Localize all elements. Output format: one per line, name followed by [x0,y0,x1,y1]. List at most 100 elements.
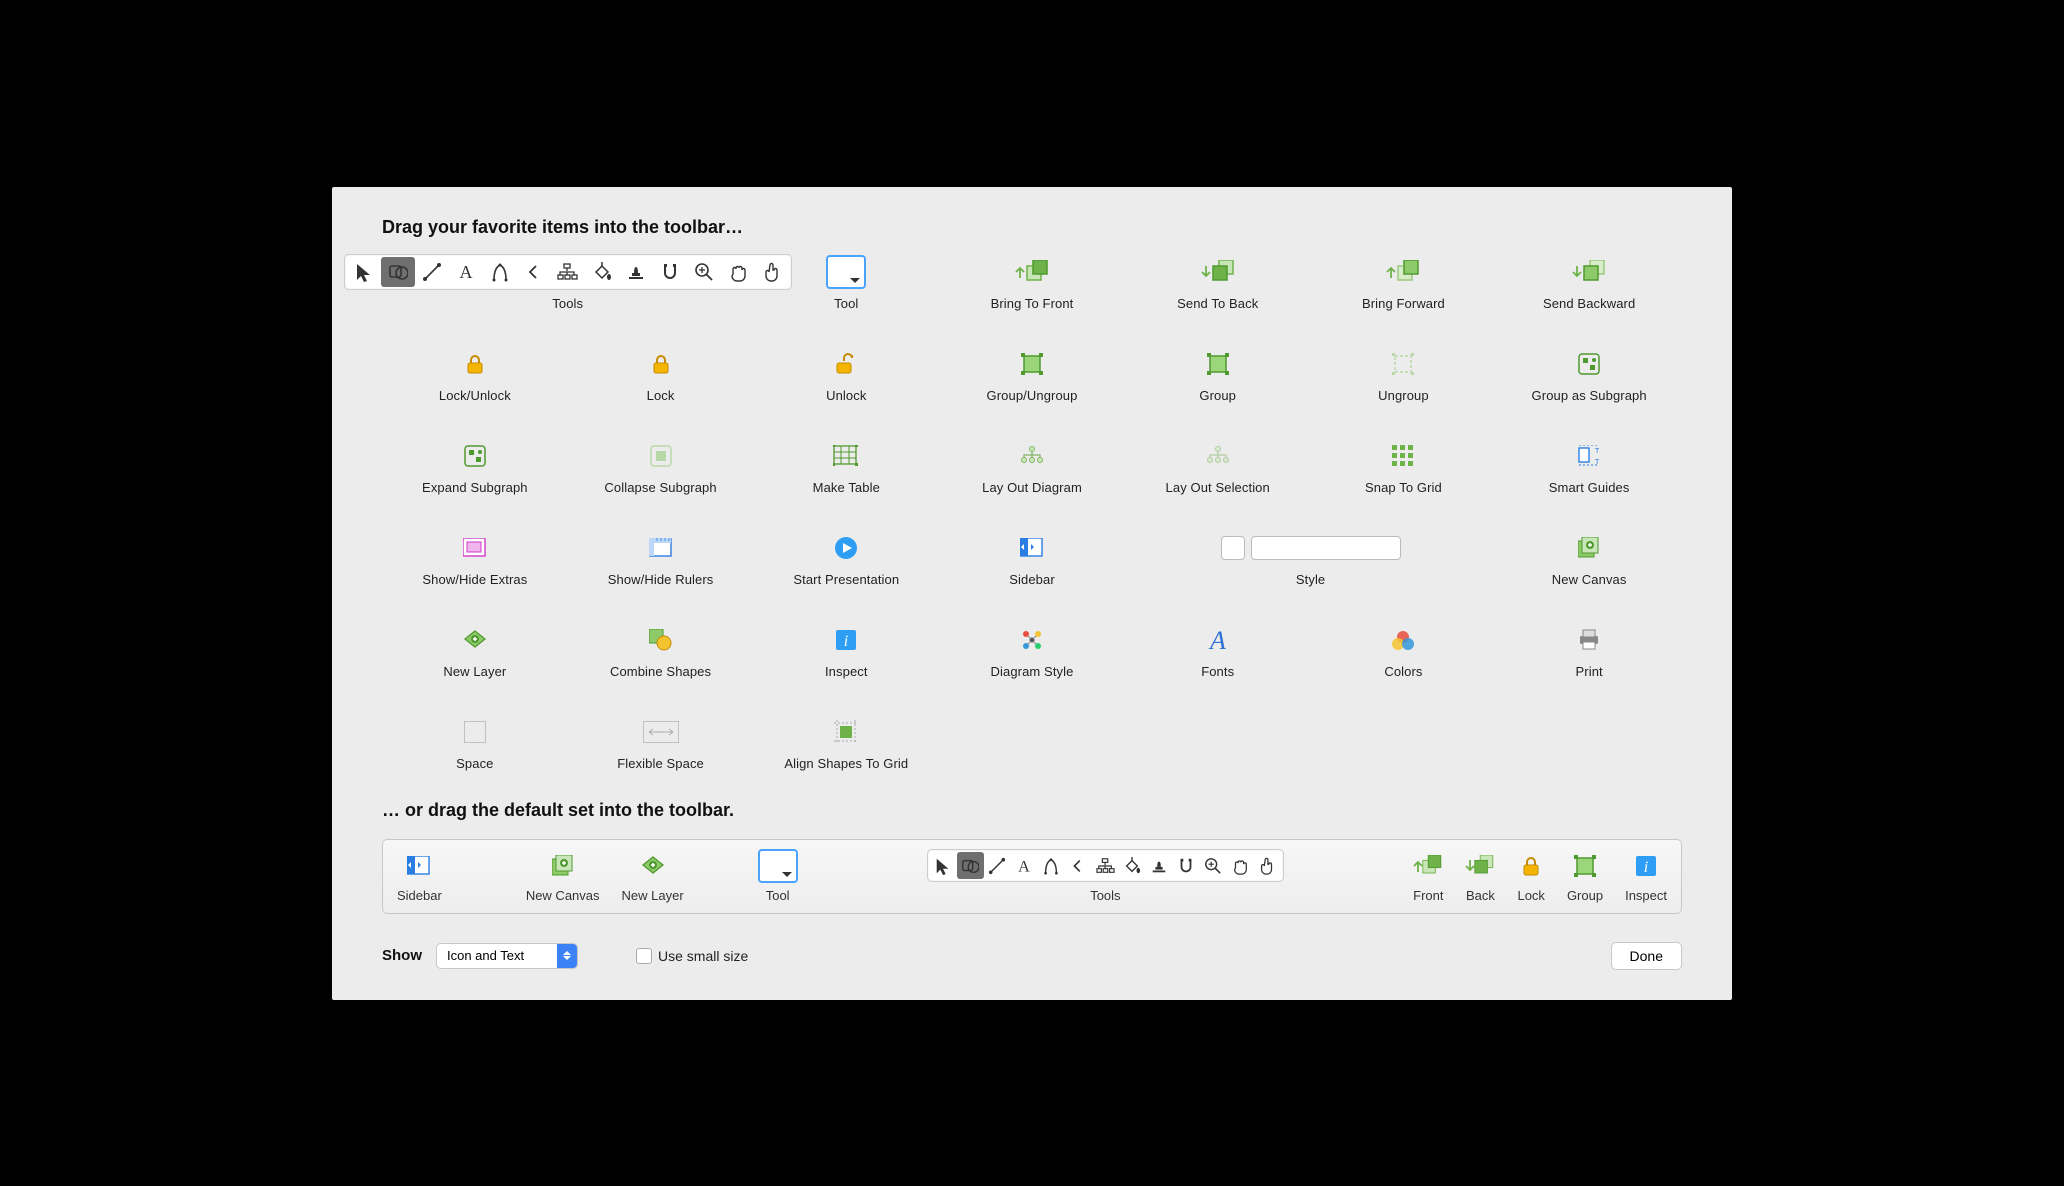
item-inspect[interactable]: Inspect [753,624,939,682]
item-label: Show/Hide Extras [422,572,527,587]
item-group-ungroup[interactable]: Group/Ungroup [939,348,1125,406]
item-show-hide-extras[interactable]: Show/Hide Extras [382,532,568,590]
style-field [1251,536,1401,560]
hand-icon [1227,852,1254,879]
extras-icon [463,532,487,564]
item-lay-out-selection[interactable]: Lay Out Selection [1125,440,1311,498]
checkbox-label: Use small size [658,948,748,964]
item-group-as-subgraph[interactable]: Group as Subgraph [1496,348,1682,406]
default-toolbar[interactable]: Sidebar New Canvas New Layer Tool [382,839,1682,914]
item-send-backward[interactable]: Send Backward [1496,256,1682,314]
item-align-shapes-to-grid[interactable]: Align Shapes To Grid [753,716,939,774]
magnet-icon [653,257,687,287]
item-label: Sidebar [397,888,442,903]
done-button[interactable]: Done [1611,942,1682,970]
item-lock-unlock[interactable]: Lock/Unlock [382,348,568,406]
item-label: Sidebar [1009,572,1055,587]
collapse-subgraph-icon [650,440,672,472]
item-expand-subgraph[interactable]: Expand Subgraph [382,440,568,498]
show-mode-value: Icon and Text [437,948,557,963]
item-print[interactable]: Print [1496,624,1682,682]
shape-icon [957,852,984,879]
item-label: Space [456,756,493,771]
item-label: Front [1413,888,1443,903]
item-label: Lay Out Diagram [982,480,1082,495]
default-lock[interactable]: Lock [1517,850,1544,903]
item-new-canvas[interactable]: New Canvas [1496,532,1682,590]
item-label: New Layer [443,664,506,679]
item-ungroup[interactable]: Ungroup [1311,348,1497,406]
smart-guides-icon [1577,440,1601,472]
item-label: Print [1576,664,1603,679]
default-tool[interactable]: Tool [758,850,798,903]
fonts-icon [1206,624,1230,656]
text-icon [449,257,483,287]
new-canvas-icon [1578,532,1600,564]
default-new-canvas[interactable]: New Canvas [526,850,600,903]
item-label: Lock/Unlock [439,388,511,403]
use-small-size-checkbox[interactable]: Use small size [636,948,748,964]
play-icon [834,532,858,564]
bring-to-front-icon [1413,850,1443,882]
item-lock[interactable]: Lock [568,348,754,406]
default-group[interactable]: Group [1567,850,1603,903]
item-label: Inspect [1625,888,1667,903]
item-colors[interactable]: Colors [1311,624,1497,682]
item-label: Ungroup [1378,388,1429,403]
item-tools[interactable]: Tools [382,256,753,314]
ungroup-icon [1392,348,1414,380]
item-lay-out-diagram[interactable]: Lay Out Diagram [939,440,1125,498]
inspect-icon [836,624,856,656]
item-style[interactable]: Style [1125,532,1496,590]
item-label: Combine Shapes [610,664,711,679]
item-new-layer[interactable]: New Layer [382,624,568,682]
item-make-table[interactable]: Make Table [753,440,939,498]
default-sidebar[interactable]: Sidebar [397,850,442,903]
default-front[interactable]: Front [1413,850,1443,903]
item-label: Unlock [826,388,866,403]
item-start-presentation[interactable]: Start Presentation [753,532,939,590]
item-space[interactable]: Space [382,716,568,774]
item-show-hide-rulers[interactable]: Show/Hide Rulers [568,532,754,590]
inspect-icon [1636,850,1656,882]
align-grid-icon [834,716,858,748]
available-items-grid: Tools Tool Bring To Front Send To Back B… [382,256,1682,774]
show-mode-popup[interactable]: Icon and Text [436,943,578,969]
item-flexible-space[interactable]: Flexible Space [568,716,754,774]
snap-grid-icon [1392,440,1414,472]
item-unlock[interactable]: Unlock [753,348,939,406]
item-label: Send Backward [1543,296,1635,311]
item-label: Collapse Subgraph [604,480,716,495]
org-icon [1092,852,1119,879]
item-bring-forward[interactable]: Bring Forward [1311,256,1497,314]
pen-icon [1038,852,1065,879]
bucket-icon [1119,852,1146,879]
item-send-to-back[interactable]: Send To Back [1125,256,1311,314]
item-label: Group as Subgraph [1532,388,1647,403]
print-icon [1577,624,1601,656]
tool-dropdown-icon [758,849,798,883]
send-backward-icon [1572,256,1606,288]
item-smart-guides[interactable]: Smart Guides [1496,440,1682,498]
item-fonts[interactable]: Fonts [1125,624,1311,682]
item-label: Send To Back [1177,296,1258,311]
item-label: New Layer [622,888,684,903]
item-label: Inspect [825,664,868,679]
item-diagram-style[interactable]: Diagram Style [939,624,1125,682]
style-control [1221,536,1401,560]
item-combine-shapes[interactable]: Combine Shapes [568,624,754,682]
default-back[interactable]: Back [1465,850,1495,903]
item-tool[interactable]: Tool [753,256,939,314]
item-collapse-subgraph[interactable]: Collapse Subgraph [568,440,754,498]
group-icon [1574,850,1596,882]
style-checkbox [1221,536,1245,560]
item-bring-to-front[interactable]: Bring To Front [939,256,1125,314]
combine-icon [649,624,673,656]
item-group[interactable]: Group [1125,348,1311,406]
default-new-layer[interactable]: New Layer [622,850,684,903]
item-sidebar[interactable]: Sidebar [939,532,1125,590]
default-inspect[interactable]: Inspect [1625,850,1667,903]
default-tools[interactable]: Tools [820,850,1391,903]
group-icon [1021,348,1043,380]
item-snap-to-grid[interactable]: Snap To Grid [1311,440,1497,498]
